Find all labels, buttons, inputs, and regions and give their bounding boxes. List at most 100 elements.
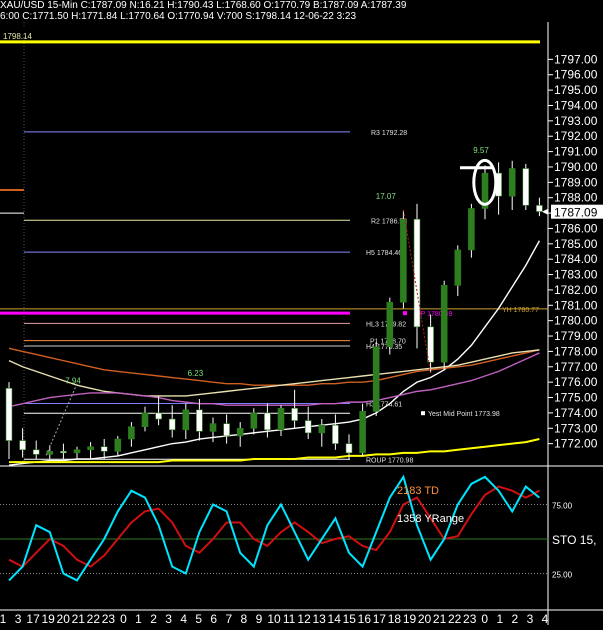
time-tick-label: 0 bbox=[481, 612, 488, 625]
level-label-ymp: Yest Mid Point 1773.98 bbox=[428, 411, 500, 418]
candle-body bbox=[196, 409, 203, 432]
time-tick-label: 19 bbox=[403, 612, 417, 625]
candle-body bbox=[100, 446, 108, 452]
time-tick-label: 17 bbox=[26, 612, 40, 625]
time-tick-label: 16 bbox=[358, 612, 372, 625]
price-tick-label: 1790.00 bbox=[554, 160, 598, 174]
moving-average-orange bbox=[8, 347, 540, 386]
time-tick-label: 10 bbox=[267, 612, 281, 625]
time-tick-label: 19 bbox=[41, 612, 55, 625]
stochastic-d-line bbox=[8, 485, 540, 568]
candle-body bbox=[277, 407, 285, 431]
header-line-2: 6:00 C:1771.50 H:1771.84 L:1770.64 O:177… bbox=[0, 11, 357, 22]
level-label-s: 1798.14 bbox=[3, 32, 32, 41]
chart-header: XAU/USD 15-Min C:1787.09 N:16.21 H:1790.… bbox=[0, 0, 548, 22]
candle-body bbox=[372, 346, 380, 412]
ymp-marker bbox=[421, 411, 425, 416]
price-tick-label: 1786.00 bbox=[554, 221, 598, 235]
sto-tick-label: 25.00 bbox=[552, 571, 573, 580]
candle-body bbox=[400, 218, 407, 303]
level-label-hl3: HL3 1779.82 bbox=[366, 321, 406, 328]
swing-annotation: 6.23 bbox=[188, 369, 204, 378]
time-tick-label: 21 bbox=[433, 612, 447, 625]
time-tick-label: 18 bbox=[388, 612, 402, 625]
price-tick-label: 1778.00 bbox=[554, 344, 598, 358]
price-tick-label: 1791.00 bbox=[554, 145, 598, 159]
price-tick-label: 1772.00 bbox=[554, 437, 598, 451]
level-label-roup: ROUP 1770.98 bbox=[366, 457, 413, 464]
price-tick-label: 1782.00 bbox=[554, 283, 598, 297]
candle-body bbox=[209, 423, 217, 432]
time-tick-label: 9 bbox=[256, 612, 263, 625]
sto-tick-label: 75.00 bbox=[552, 502, 573, 511]
price-tick-label: 1779.00 bbox=[554, 329, 598, 343]
time-tick-label: 20 bbox=[57, 612, 71, 625]
time-tick-label: 12 bbox=[297, 612, 311, 625]
time-tick-label: 3 bbox=[165, 612, 172, 625]
time-tick-label: 4 bbox=[542, 612, 549, 625]
candle-body bbox=[359, 411, 366, 454]
time-tick-label: 3 bbox=[527, 612, 534, 625]
time-tick-label: 13 bbox=[312, 612, 326, 625]
swing-annotation: 7.94 bbox=[65, 377, 81, 386]
candle-body bbox=[19, 440, 26, 451]
level-label-h4: H4 1778.35 bbox=[366, 344, 402, 351]
yrange-label: 1358 YRange bbox=[397, 513, 464, 525]
time-tick-label: 17 bbox=[373, 612, 387, 625]
candle-body bbox=[468, 208, 475, 251]
price-tick-label: 1780.00 bbox=[554, 314, 598, 328]
candle-body bbox=[454, 249, 462, 286]
time-tick-label: 4 bbox=[180, 612, 187, 625]
candle-body bbox=[264, 412, 271, 431]
time-tick-label: 20 bbox=[418, 612, 432, 625]
time-tick-label: 1 bbox=[135, 612, 142, 625]
time-tick-label: 3 bbox=[15, 612, 22, 625]
time-tick-label: 1 bbox=[496, 612, 503, 625]
time-tick-label: 0 bbox=[120, 612, 127, 625]
candle-body bbox=[508, 168, 516, 197]
candle-body bbox=[386, 301, 394, 348]
candle-body bbox=[46, 451, 54, 455]
candle-body bbox=[536, 205, 543, 212]
price-tick-label: 1797.00 bbox=[554, 52, 598, 66]
time-tick-label: 11 bbox=[283, 612, 296, 625]
price-tick-label: 1781.00 bbox=[554, 298, 598, 312]
price-tick-label: 1789.00 bbox=[554, 175, 598, 189]
chart-svg[interactable]: 1797.00 1796.001795.001794.00 1793.001792.… bbox=[0, 0, 603, 626]
price-tick-label: 1785.00 bbox=[554, 237, 598, 251]
candle-body bbox=[5, 387, 13, 441]
price-tick-label: 1792.00 bbox=[554, 129, 598, 143]
header-line-1: XAU/USD 15-Min C:1787.09 N:16.21 H:1790.… bbox=[0, 0, 407, 11]
time-tick-label: 22 bbox=[448, 612, 462, 625]
candle-body bbox=[427, 326, 434, 363]
candle-body bbox=[291, 407, 298, 421]
price-tick-label: 1788.00 bbox=[554, 191, 598, 205]
chart-stage: XAU/USD 15-Min C:1787.09 N:16.21 H:1790.… bbox=[0, 0, 603, 626]
candle-body bbox=[87, 446, 94, 451]
td-label: 2183 TD bbox=[397, 485, 439, 497]
candle-body bbox=[128, 426, 135, 440]
level-label-r3: R3 1792.28 bbox=[371, 130, 407, 137]
time-tick-label: 5 bbox=[195, 612, 202, 625]
price-tick-label: 1784.00 bbox=[554, 252, 598, 266]
price-tick-label: 1793.00 bbox=[554, 114, 598, 128]
candle-body bbox=[345, 443, 353, 454]
time-tick-label: 14 bbox=[328, 612, 342, 625]
candle-body bbox=[236, 427, 244, 437]
candle-body bbox=[32, 449, 40, 455]
level-label-h5: H5 1784.46 bbox=[366, 250, 402, 257]
time-tick-label: 15 bbox=[343, 612, 357, 625]
candle-body bbox=[60, 451, 67, 454]
moving-average-pink bbox=[8, 352, 540, 408]
time-tick-label: 2 bbox=[512, 612, 519, 625]
time-tick-label: 8 bbox=[241, 612, 248, 625]
candle-body bbox=[413, 218, 421, 328]
candle-body bbox=[168, 418, 176, 431]
price-tick-label: 1794.00 bbox=[554, 98, 598, 112]
candle-body bbox=[318, 424, 326, 434]
time-tick-label: 2 bbox=[150, 612, 157, 625]
last-price-arrow bbox=[542, 208, 548, 215]
price-axis-ticks: 1797.00 1796.001795.001794.00 1793.001792.… bbox=[548, 52, 598, 451]
swing-annotation: 9.57 bbox=[473, 146, 489, 155]
candle-body bbox=[141, 412, 149, 428]
